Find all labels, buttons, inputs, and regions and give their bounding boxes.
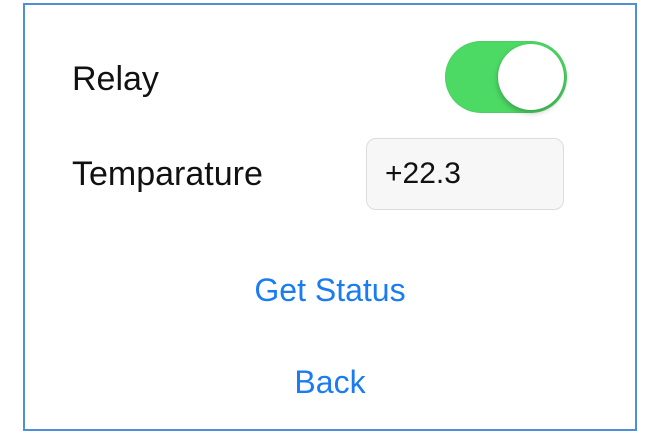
relay-label: Relay [72,60,159,98]
back-button[interactable]: Back [25,362,635,402]
panel-frame: Relay Temparature Get Status Back [23,3,637,431]
get-status-button[interactable]: Get Status [25,270,635,310]
temperature-field[interactable] [366,138,564,210]
relay-toggle-knob [498,44,564,110]
temperature-label: Temparature [72,155,263,193]
relay-toggle[interactable] [445,41,567,113]
